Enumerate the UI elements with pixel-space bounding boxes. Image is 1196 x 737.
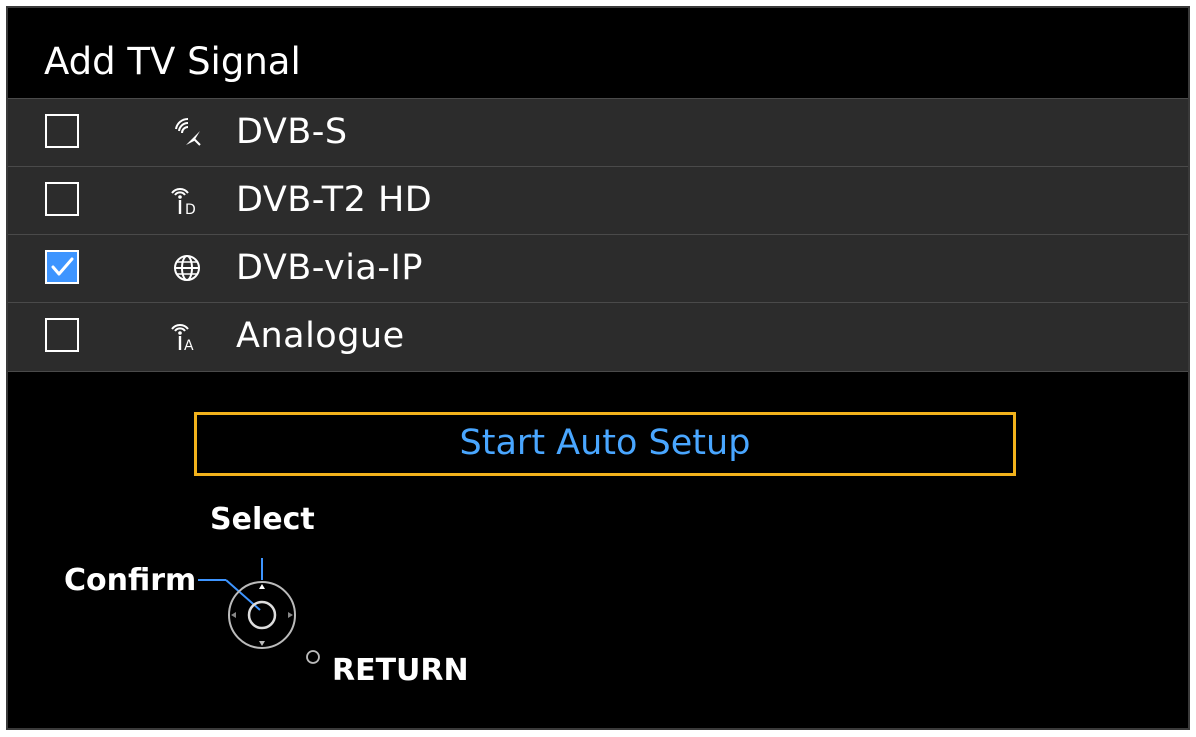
signal-label-dvb-via-ip: DVB-via-IP (236, 248, 423, 288)
svg-text:D: D (185, 202, 196, 217)
hint-confirm-label: Confirm (64, 563, 197, 598)
signal-label-dvb-t2-hd: DVB-T2 HD (236, 180, 433, 220)
checkmark-icon (51, 257, 74, 276)
hint-return-label: RETURN (332, 653, 469, 688)
checkbox-dvb-s[interactable] (45, 114, 79, 148)
signal-label-analogue: Analogue (236, 316, 405, 356)
antenna-digital-icon: D (171, 188, 196, 217)
signal-row-dvb-via-ip[interactable]: DVB-via-IP (8, 234, 1188, 302)
checkbox-dvb-via-ip[interactable] (45, 250, 79, 284)
hint-select-label: Select (210, 502, 315, 537)
globe-icon (174, 255, 200, 281)
page-title: Add TV Signal (44, 40, 301, 83)
svg-text:A: A (184, 338, 194, 353)
satellite-dish-icon (175, 117, 201, 146)
add-tv-signal-screen: Add TV Signal DVB-S D DVB-T2 HD DVB-via-… (6, 6, 1190, 730)
signal-row-dvb-s[interactable]: DVB-S (8, 98, 1188, 166)
signal-row-analogue[interactable]: A Analogue (8, 302, 1188, 372)
remote-dpad-icon (198, 558, 320, 664)
signal-label-dvb-s: DVB-S (236, 112, 348, 152)
antenna-analogue-icon: A (171, 324, 194, 353)
signal-row-dvb-t2-hd[interactable]: D DVB-T2 HD (8, 166, 1188, 234)
checkbox-analogue[interactable] (45, 318, 79, 352)
signal-list: DVB-S D DVB-T2 HD DVB-via-IP A Analogue (8, 98, 1188, 372)
start-auto-setup-button[interactable]: Start Auto Setup (194, 412, 1016, 476)
checkbox-dvb-t2-hd[interactable] (45, 182, 79, 216)
